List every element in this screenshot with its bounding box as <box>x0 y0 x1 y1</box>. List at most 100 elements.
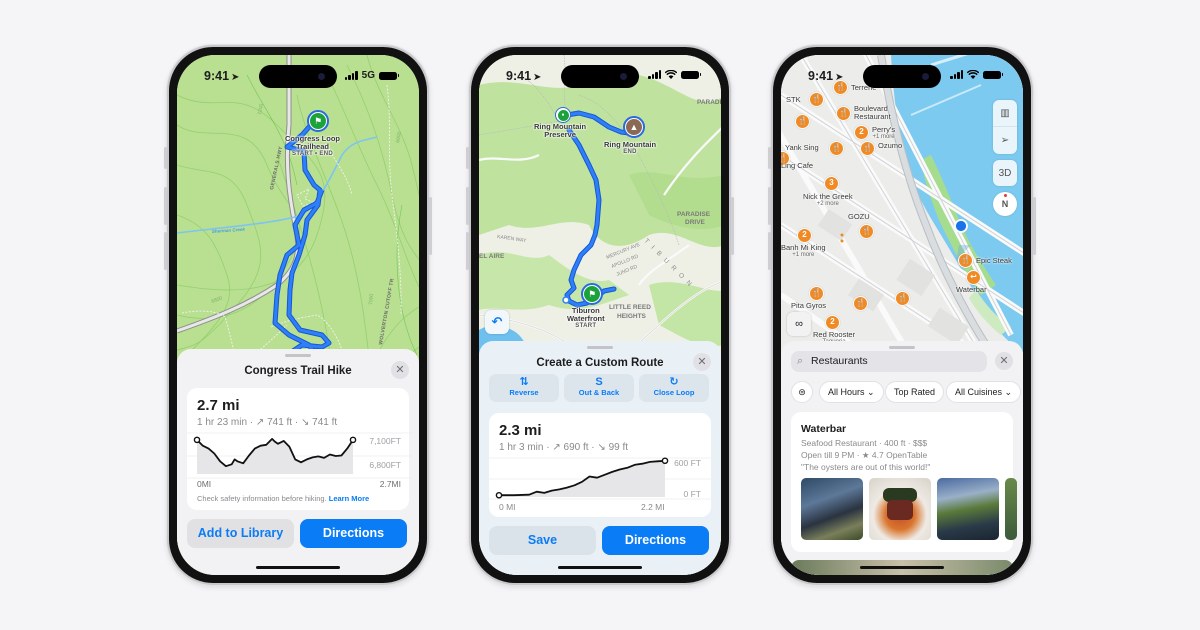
restaurant-pin[interactable]: 🍴 <box>860 141 875 156</box>
search-field[interactable]: ⌕ Restaurants <box>791 351 987 372</box>
reverse-button[interactable]: ⇅ Reverse <box>489 374 559 402</box>
sheet-title: Congress Trail Hike <box>244 365 352 377</box>
chevron-down-icon: ⌄ <box>1004 387 1013 397</box>
contour-label: 7000 <box>368 293 375 305</box>
directions-button[interactable]: Directions <box>602 526 709 555</box>
end-point <box>349 436 357 444</box>
park-icon: ● <box>557 109 569 121</box>
filter-chip-hours[interactable]: All Hours ⌄ <box>819 381 884 403</box>
restaurant-cluster[interactable]: 2 <box>825 315 840 330</box>
search-results-sheet: ⌕ Restaurants ✕ ⊜ All Hours ⌄ Top Rated … <box>781 341 1023 575</box>
status-bar: 9:41 ➤ 5G <box>177 68 419 86</box>
poi-label: Epic Steak <box>976 256 1012 265</box>
restaurant-pin[interactable]: 🍴 <box>895 291 910 306</box>
look-around-button[interactable]: ∞ <box>787 312 811 336</box>
close-loop-button[interactable]: ↻ Close Loop <box>639 374 709 402</box>
map-mode-button[interactable]: ▥ <box>993 100 1017 127</box>
user-location-dot <box>954 219 968 233</box>
add-to-library-button[interactable]: Add to Library <box>187 519 294 548</box>
status-bar: 9:41 ➤ <box>781 68 1023 86</box>
photo-thumbnail[interactable] <box>801 478 863 540</box>
learn-more-link[interactable]: Learn More <box>329 494 369 503</box>
sheet-grabber[interactable] <box>285 354 311 357</box>
restaurant-cluster[interactable]: 2 <box>854 125 869 140</box>
photo-thumbnail[interactable] <box>1005 478 1017 540</box>
restaurant-pin[interactable]: 🍴 <box>809 92 824 107</box>
location-arrow-icon: ➤ <box>835 72 844 83</box>
out-and-back-button[interactable]: S Out & Back <box>564 374 634 402</box>
status-time: 9:41 ➤ <box>506 69 542 83</box>
action-button <box>164 147 167 169</box>
sheet-grabber[interactable] <box>889 346 915 349</box>
search-icon: ⌕ <box>797 355 804 367</box>
filter-chip-top-rated[interactable]: Top Rated <box>885 381 945 403</box>
restaurant-pin[interactable]: 🍴 <box>859 224 874 239</box>
close-button[interactable]: ✕ <box>693 353 711 371</box>
home-indicator[interactable] <box>558 565 642 569</box>
start-point <box>495 491 503 499</box>
save-button[interactable]: Save <box>489 526 596 555</box>
filter-button[interactable]: ⊜ <box>791 381 813 403</box>
close-button[interactable]: ✕ <box>391 361 409 379</box>
restaurant-pin[interactable]: 🍴 <box>836 106 851 121</box>
compass-button[interactable]: N <box>993 192 1017 216</box>
route-stats: 1 hr 3 min · ↗ 690 ft · ↘ 99 ft <box>499 442 629 453</box>
signal-icon <box>648 70 661 79</box>
poi-label: Ling Cafe <box>781 161 814 170</box>
restaurant-pin[interactable]: 🍴 <box>795 114 810 129</box>
volume-up-button <box>466 187 469 225</box>
screen: 9:41 ➤ <box>781 55 1023 575</box>
preserve-pin[interactable]: ● <box>555 107 571 123</box>
result-hours-rating: Open till 9 PM · ★ 4.7 OpenTable <box>801 450 928 460</box>
poi-label: Waterbar <box>956 285 987 294</box>
reverse-icon: ⇅ <box>519 376 529 388</box>
y-tick-label: 600 FT <box>674 458 701 468</box>
trailhead-pin[interactable]: ⚑ <box>307 110 329 132</box>
distance: 2.3 mi <box>499 422 542 439</box>
sheet-grabber[interactable] <box>587 346 613 349</box>
signpost-icon: ⚑ <box>584 286 600 302</box>
photo-thumbnail[interactable] <box>869 478 931 540</box>
side-button <box>1033 197 1036 255</box>
signal-icon <box>950 70 963 79</box>
restaurant-cluster[interactable]: 2 <box>797 228 812 243</box>
sheet-title: Create a Custom Route <box>536 357 664 369</box>
summit-label: Ring Mountain END <box>604 140 657 155</box>
volume-down-button <box>164 232 167 270</box>
waterfront-pin[interactable]: ⚑ <box>581 283 603 305</box>
volume-up-button <box>768 187 771 225</box>
restaurant-pin[interactable]: ↩ <box>966 270 981 285</box>
trail-stats: 1 hr 23 min · ↗ 741 ft · ↘ 741 ft <box>197 417 338 428</box>
3d-button[interactable]: 3D <box>993 160 1017 186</box>
route-stats-card: 2.3 mi 1 hr 3 min · ↗ 690 ft · ↘ 99 ft 6… <box>489 413 715 517</box>
result-name: Waterbar <box>801 423 847 435</box>
search-input[interactable]: Restaurants <box>811 355 868 367</box>
restaurant-pin[interactable]: 🍴 <box>829 141 844 156</box>
poi-label: Yank Sing <box>785 143 819 152</box>
filter-chip-cuisines[interactable]: All Cuisines ⌄ <box>946 381 1022 403</box>
screen: 9:41 ➤ <box>479 55 721 575</box>
home-indicator[interactable] <box>256 565 340 569</box>
restaurant-pin[interactable]: 🍴 <box>958 253 973 268</box>
battery-icon <box>379 71 399 80</box>
home-indicator[interactable] <box>860 565 944 569</box>
summit-pin[interactable]: ▲ <box>623 116 645 138</box>
restaurant-pin[interactable]: 🍴 <box>809 286 824 301</box>
result-card[interactable]: Waterbar Seafood Restaurant · 400 ft · $… <box>791 412 1017 552</box>
photo-carousel[interactable] <box>801 478 1021 540</box>
clear-search-button[interactable]: ✕ <box>995 352 1013 370</box>
result-details: Seafood Restaurant · 400 ft · $$$ Open t… <box>801 437 930 473</box>
restaurant-cluster[interactable]: 3 <box>824 176 839 191</box>
y-tick-label: 6,800FT <box>369 460 401 470</box>
area-label: LITTLE REED <box>609 304 651 311</box>
photo-thumbnail[interactable] <box>937 478 999 540</box>
x-start-label: 0 MI <box>499 502 516 512</box>
undo-button[interactable]: ↶ <box>485 310 509 334</box>
distance: 2.7 mi <box>197 397 240 414</box>
locate-button[interactable]: ➢ <box>993 127 1017 154</box>
poi-label: Perry's +1 more <box>872 125 896 140</box>
restaurant-pin[interactable]: 🍴 <box>853 296 868 311</box>
directions-button[interactable]: Directions <box>300 519 407 548</box>
close-loop-icon: ↻ <box>669 376 679 388</box>
side-button <box>731 197 734 255</box>
